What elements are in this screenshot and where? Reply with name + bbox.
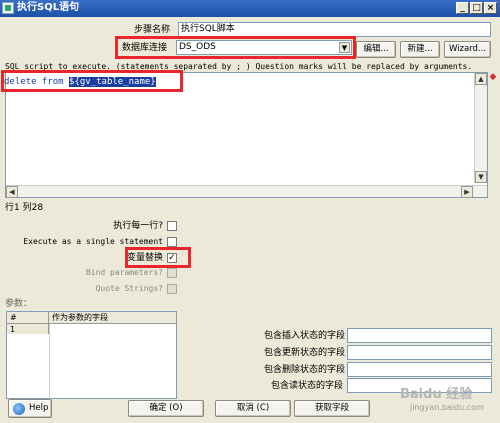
close-button[interactable]: × bbox=[484, 2, 497, 14]
step-name-label: 步骤名称 bbox=[134, 25, 171, 35]
params-header-field[interactable]: 作为参数的字段 bbox=[49, 312, 177, 324]
scroll-up-icon[interactable]: ▲ bbox=[475, 73, 487, 85]
single-statement-label: Execute as a single statement bbox=[23, 237, 163, 246]
sql-variable: ${gv_table_name} bbox=[69, 77, 156, 87]
update-status-label: 包含更新状态的字段 bbox=[263, 348, 345, 358]
help-icon bbox=[13, 403, 25, 415]
sql-statement: delete from bbox=[4, 77, 70, 87]
chevron-down-icon[interactable]: ▼ bbox=[339, 42, 350, 53]
quote-strings-label: Quote Strings? bbox=[95, 284, 163, 293]
read-status-label: 包含读状态的字段 bbox=[270, 381, 343, 391]
get-fields-button[interactable]: 获取字段 bbox=[294, 400, 370, 417]
variable-substitution-label: 变量替换 bbox=[126, 253, 163, 263]
horizontal-scrollbar[interactable]: ◀ ▶ bbox=[6, 185, 487, 198]
sql-editor[interactable] bbox=[5, 72, 488, 198]
execute-each-row-checkbox[interactable] bbox=[167, 221, 177, 231]
help-button[interactable]: Help bbox=[8, 399, 52, 418]
variable-substitution-checkbox[interactable]: ✓ bbox=[167, 253, 177, 263]
step-name-input[interactable]: 执行SQL脚本 bbox=[178, 22, 491, 37]
watermark-brand: Baidu 经验 bbox=[400, 387, 473, 402]
column-divider bbox=[49, 324, 50, 399]
maximize-button[interactable]: □ bbox=[470, 2, 483, 14]
bind-parameters-label: Bind parameters? bbox=[85, 268, 163, 277]
delete-status-label: 包含删除状态的字段 bbox=[263, 365, 345, 375]
quote-strings-checkbox[interactable] bbox=[167, 284, 177, 294]
watermark-url: jingyan.baidu.com bbox=[410, 403, 484, 412]
minimize-button[interactable]: _ bbox=[456, 2, 469, 14]
bind-parameters-checkbox[interactable] bbox=[167, 268, 177, 278]
connection-label: 数据库连接 bbox=[122, 43, 168, 53]
insert-status-label: 包含插入状态的字段 bbox=[263, 331, 345, 341]
params-table[interactable]: # 作为参数的字段 1 bbox=[6, 311, 177, 399]
wizard-button[interactable]: Wizard... bbox=[444, 41, 491, 58]
insert-status-input[interactable] bbox=[347, 328, 492, 343]
title-bar[interactable]: 执行SQL语句 _ □ × bbox=[0, 0, 500, 17]
scroll-left-icon[interactable]: ◀ bbox=[6, 186, 18, 198]
params-label: 参数： bbox=[5, 299, 33, 309]
execute-each-row-label: 执行每一行? bbox=[113, 221, 163, 231]
params-row-index: 1 bbox=[10, 325, 16, 334]
ok-button[interactable]: 确定 (O) bbox=[128, 400, 204, 417]
delete-status-input[interactable] bbox=[347, 362, 492, 377]
sql-text: delete from ${gv_table_name} bbox=[4, 77, 156, 87]
window-title: 执行SQL语句 bbox=[17, 2, 80, 13]
help-label: Help bbox=[29, 403, 49, 413]
app-icon bbox=[2, 2, 14, 14]
connection-value: DS_ODS bbox=[179, 42, 216, 52]
cancel-button[interactable]: 取消 (C) bbox=[215, 400, 291, 417]
single-statement-checkbox[interactable] bbox=[167, 237, 177, 247]
params-header-index[interactable]: # bbox=[7, 312, 49, 324]
edit-connection-button[interactable]: 编辑... bbox=[356, 41, 396, 58]
variable-indicator-icon: ◆ bbox=[489, 72, 497, 82]
cursor-position: 行1 列28 bbox=[5, 203, 44, 213]
new-connection-button[interactable]: 新建... bbox=[400, 41, 440, 58]
scroll-right-icon[interactable]: ▶ bbox=[461, 186, 473, 198]
table-row[interactable]: 1 bbox=[7, 324, 49, 334]
scroll-down-icon[interactable]: ▼ bbox=[475, 171, 487, 183]
connection-select[interactable]: DS_ODS ▼ bbox=[176, 40, 352, 55]
vertical-scrollbar[interactable]: ▲ ▼ bbox=[474, 73, 487, 183]
update-status-input[interactable] bbox=[347, 345, 492, 360]
